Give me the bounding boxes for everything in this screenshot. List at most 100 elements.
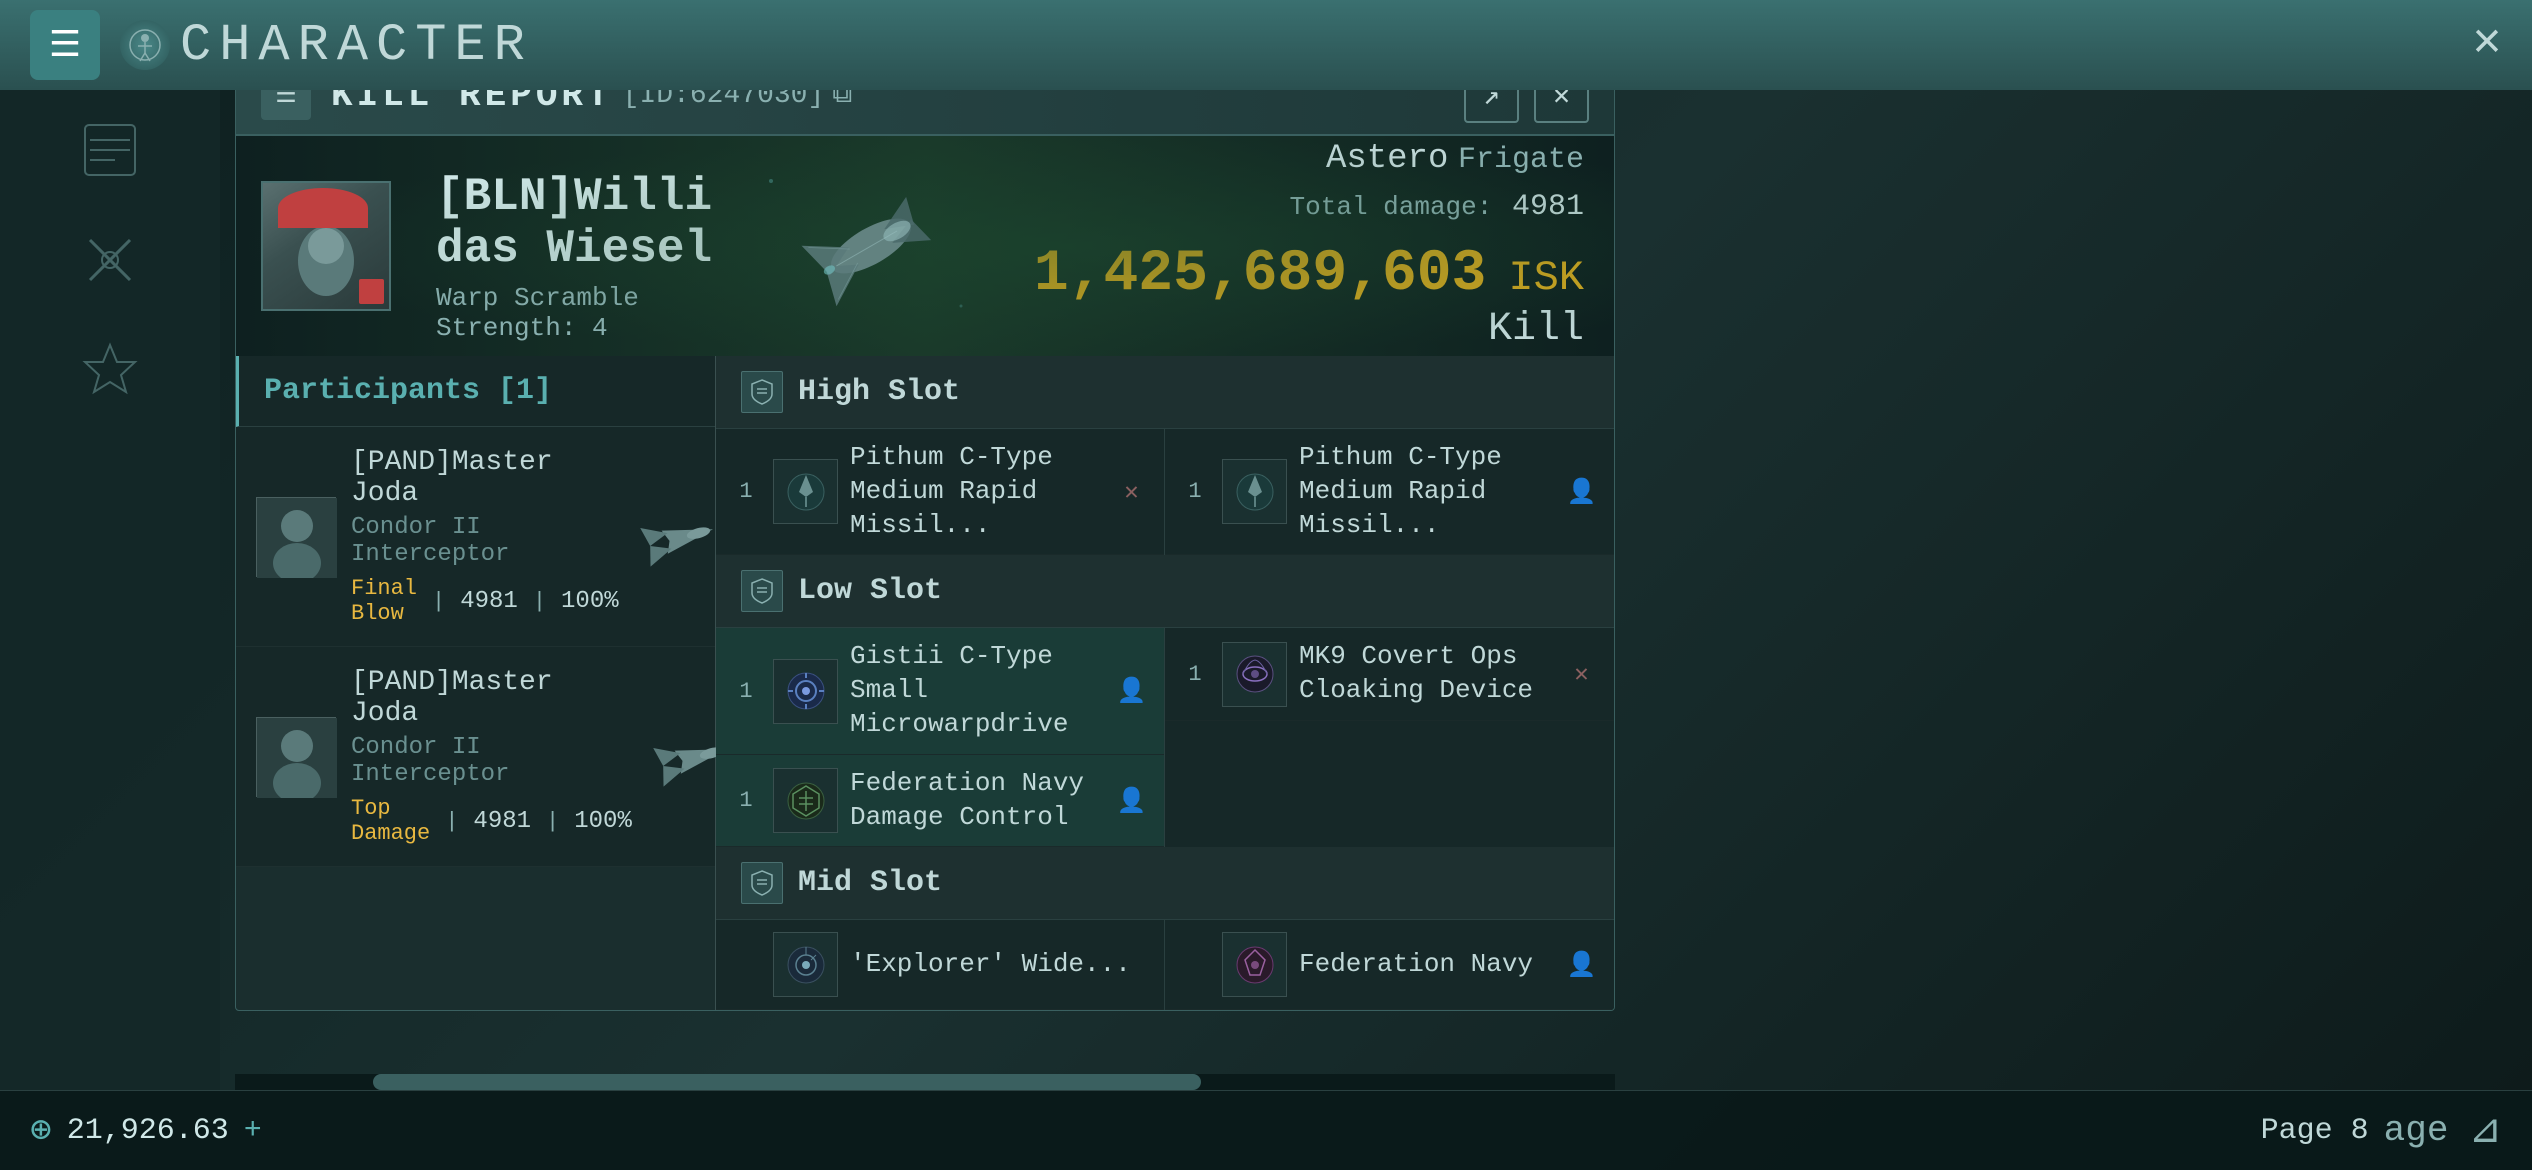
equip-row-low-1: 1: [716, 628, 1164, 754]
bottom-value: 21,926.63: [67, 1114, 229, 1148]
equipment-col-2: 1 Pithum C-Type Medium Rapid Missil... 👤: [1165, 429, 1614, 555]
equip-row-mid-1: 'Explorer' Wide...: [716, 920, 1164, 1010]
equip-name-mid-2: Federation Navy: [1299, 948, 1556, 982]
equip-name-low-1: Gistii C-Type Small Microwarpdrive: [850, 640, 1106, 741]
kill-info-section: [BLN]Willi das Wiesel Warp Scramble Stre…: [236, 136, 1614, 356]
app-title: CHARACTER: [180, 16, 533, 75]
top-bar: ☰ CHARACTER ×: [0, 0, 2532, 90]
participant-pct-2: 100%: [574, 808, 632, 835]
separator-3: |: [445, 809, 458, 834]
low-equipment-col-1: 1: [716, 628, 1165, 847]
equip-icon-low-3: [773, 768, 838, 833]
add-icon[interactable]: +: [244, 1114, 262, 1148]
equip-name-low-2: MK9 Covert Ops Cloaking Device: [1299, 640, 1556, 708]
participants-header: Participants [1]: [236, 356, 715, 427]
participants-panel: Participants [1] [PAND]Master Joda Condo…: [236, 356, 716, 1010]
participant-row: [PAND]Master Joda Condor II Interceptor …: [236, 427, 715, 647]
high-slot-section: High Slot 1: [716, 356, 1614, 555]
corp-badge: [359, 279, 384, 304]
cloak-icon: [1230, 649, 1280, 699]
equip-qty-high-2: 1: [1180, 479, 1210, 504]
equip-qty-low-2: 1: [1180, 662, 1210, 687]
mid-equipment-col-2: Federation Navy 👤: [1165, 920, 1614, 1010]
ship-svg: [741, 156, 1001, 336]
equip-remove-high-1[interactable]: ✕: [1114, 474, 1149, 509]
separator-2: |: [533, 589, 546, 614]
mid-slot-grid: 'Explorer' Wide...: [716, 920, 1614, 1010]
left-sidebar: [0, 90, 220, 1170]
sidebar-item-combat[interactable]: [70, 220, 150, 300]
high-slot-icon: [741, 371, 783, 413]
avatar-hat: [278, 188, 368, 228]
equipment-col-1: 1 Pithum C-Type Medium Rapid Missil... ✕: [716, 429, 1165, 555]
low-slot-icon: [741, 570, 783, 612]
sidebar-bio-icon: [80, 120, 140, 180]
equip-name-mid-1: 'Explorer' Wide...: [850, 948, 1149, 982]
wallet-icon: ⊕: [30, 1109, 52, 1152]
participant-details-1: [PAND]Master Joda Condor II Interceptor …: [351, 447, 619, 626]
equip-name-high-1: Pithum C-Type Medium Rapid Missil...: [850, 441, 1106, 542]
top-damage-badge: Top Damage: [351, 796, 430, 846]
filter-icon[interactable]: ⊿: [2468, 1106, 2502, 1155]
explorer-icon: [781, 940, 831, 990]
menu-button[interactable]: ☰: [30, 10, 100, 80]
participant-pct-1: 100%: [561, 588, 619, 615]
high-slot-title: High Slot: [798, 375, 960, 409]
equip-row-high-2: 1 Pithum C-Type Medium Rapid Missil... 👤: [1165, 429, 1614, 555]
equip-icon-mid-2: [1222, 932, 1287, 997]
final-blow-badge: Final Blow: [351, 576, 417, 626]
mid-slot-section: Mid Slot: [716, 847, 1614, 1010]
equip-row-high-1: 1 Pithum C-Type Medium Rapid Missil... ✕: [716, 429, 1164, 555]
sidebar-item-medals[interactable]: [70, 330, 150, 410]
scroll-bar[interactable]: [373, 1074, 1201, 1090]
equip-person-high-2[interactable]: 👤: [1564, 474, 1599, 509]
equip-row-low-3: 1 Federation Navy Damage Co: [716, 755, 1164, 848]
ship-image: [732, 136, 1009, 356]
equip-icon-high-2: [1222, 459, 1287, 524]
dmg-ctrl-icon: [781, 776, 831, 826]
equip-qty-low-1: 1: [731, 679, 761, 704]
equip-person-low-1[interactable]: 👤: [1114, 674, 1149, 709]
mid-equipment-col-1: 'Explorer' Wide...: [716, 920, 1165, 1010]
equip-icon-mid-1: [773, 932, 838, 997]
mid-slot-icon: [741, 862, 783, 904]
equip-remove-low-2[interactable]: ✕: [1564, 657, 1599, 692]
equip-icon-high-1: [773, 459, 838, 524]
kill-report-panel: ☰ KILL REPORT [ID:6247030] ⧉ ↗ ✕: [235, 55, 1615, 1011]
low-slot-section: Low Slot 1: [716, 555, 1614, 847]
low-slot-header: Low Slot: [716, 555, 1614, 628]
character-icon: [120, 20, 170, 70]
participant-name-2: [PAND]Master Joda: [351, 667, 632, 729]
participant-details-2: [PAND]Master Joda Condor II Interceptor …: [351, 667, 632, 846]
high-slot-grid: 1 Pithum C-Type Medium Rapid Missil... ✕: [716, 429, 1614, 555]
app-close-button[interactable]: ×: [2472, 17, 2502, 74]
participant-ship-2: Condor II Interceptor: [351, 734, 632, 788]
low-slot-title: Low Slot: [798, 574, 942, 608]
page-label: Page 8: [2261, 1114, 2369, 1148]
age-label: age: [2384, 1110, 2449, 1151]
low-equipment-col-2: 1 MK9 Covert Ops Cloaking Device: [1165, 628, 1614, 847]
victim-avatar: [261, 181, 391, 311]
equip-icon-low-1: [773, 659, 838, 724]
participants-title: Participants [1]: [264, 374, 552, 408]
equip-qty-low-3: 1: [731, 788, 761, 813]
participant-stats-1: Final Blow | 4981 | 100%: [351, 576, 619, 626]
participant-damage-2: 4981: [473, 808, 531, 835]
equipment-panel: High Slot 1: [716, 356, 1614, 1010]
participant-avatar-2: [256, 717, 336, 797]
equip-row-low-2: 1 MK9 Covert Ops Cloaking Device: [1165, 628, 1614, 721]
sidebar-medals-icon: [80, 340, 140, 400]
equip-icon-low-2: [1222, 642, 1287, 707]
scroll-bar-container: [235, 1074, 1615, 1090]
separator-4: |: [546, 809, 559, 834]
participant-portrait-1: [257, 498, 337, 578]
bottom-bar: ⊕ 21,926.63 + Page 8 age ⊿: [0, 1090, 2532, 1170]
participant-ship-1: Condor II Interceptor: [351, 514, 619, 568]
sidebar-combat-icon: [80, 230, 140, 290]
equip-name-low-3: Federation Navy Damage Control: [850, 767, 1106, 835]
sidebar-item-bio[interactable]: [70, 110, 150, 190]
hamburger-icon: ☰: [49, 24, 81, 67]
equip-name-high-2: Pithum C-Type Medium Rapid Missil...: [1299, 441, 1556, 542]
equip-person-mid-2[interactable]: 👤: [1564, 947, 1599, 982]
equip-person-low-3[interactable]: 👤: [1114, 783, 1149, 818]
